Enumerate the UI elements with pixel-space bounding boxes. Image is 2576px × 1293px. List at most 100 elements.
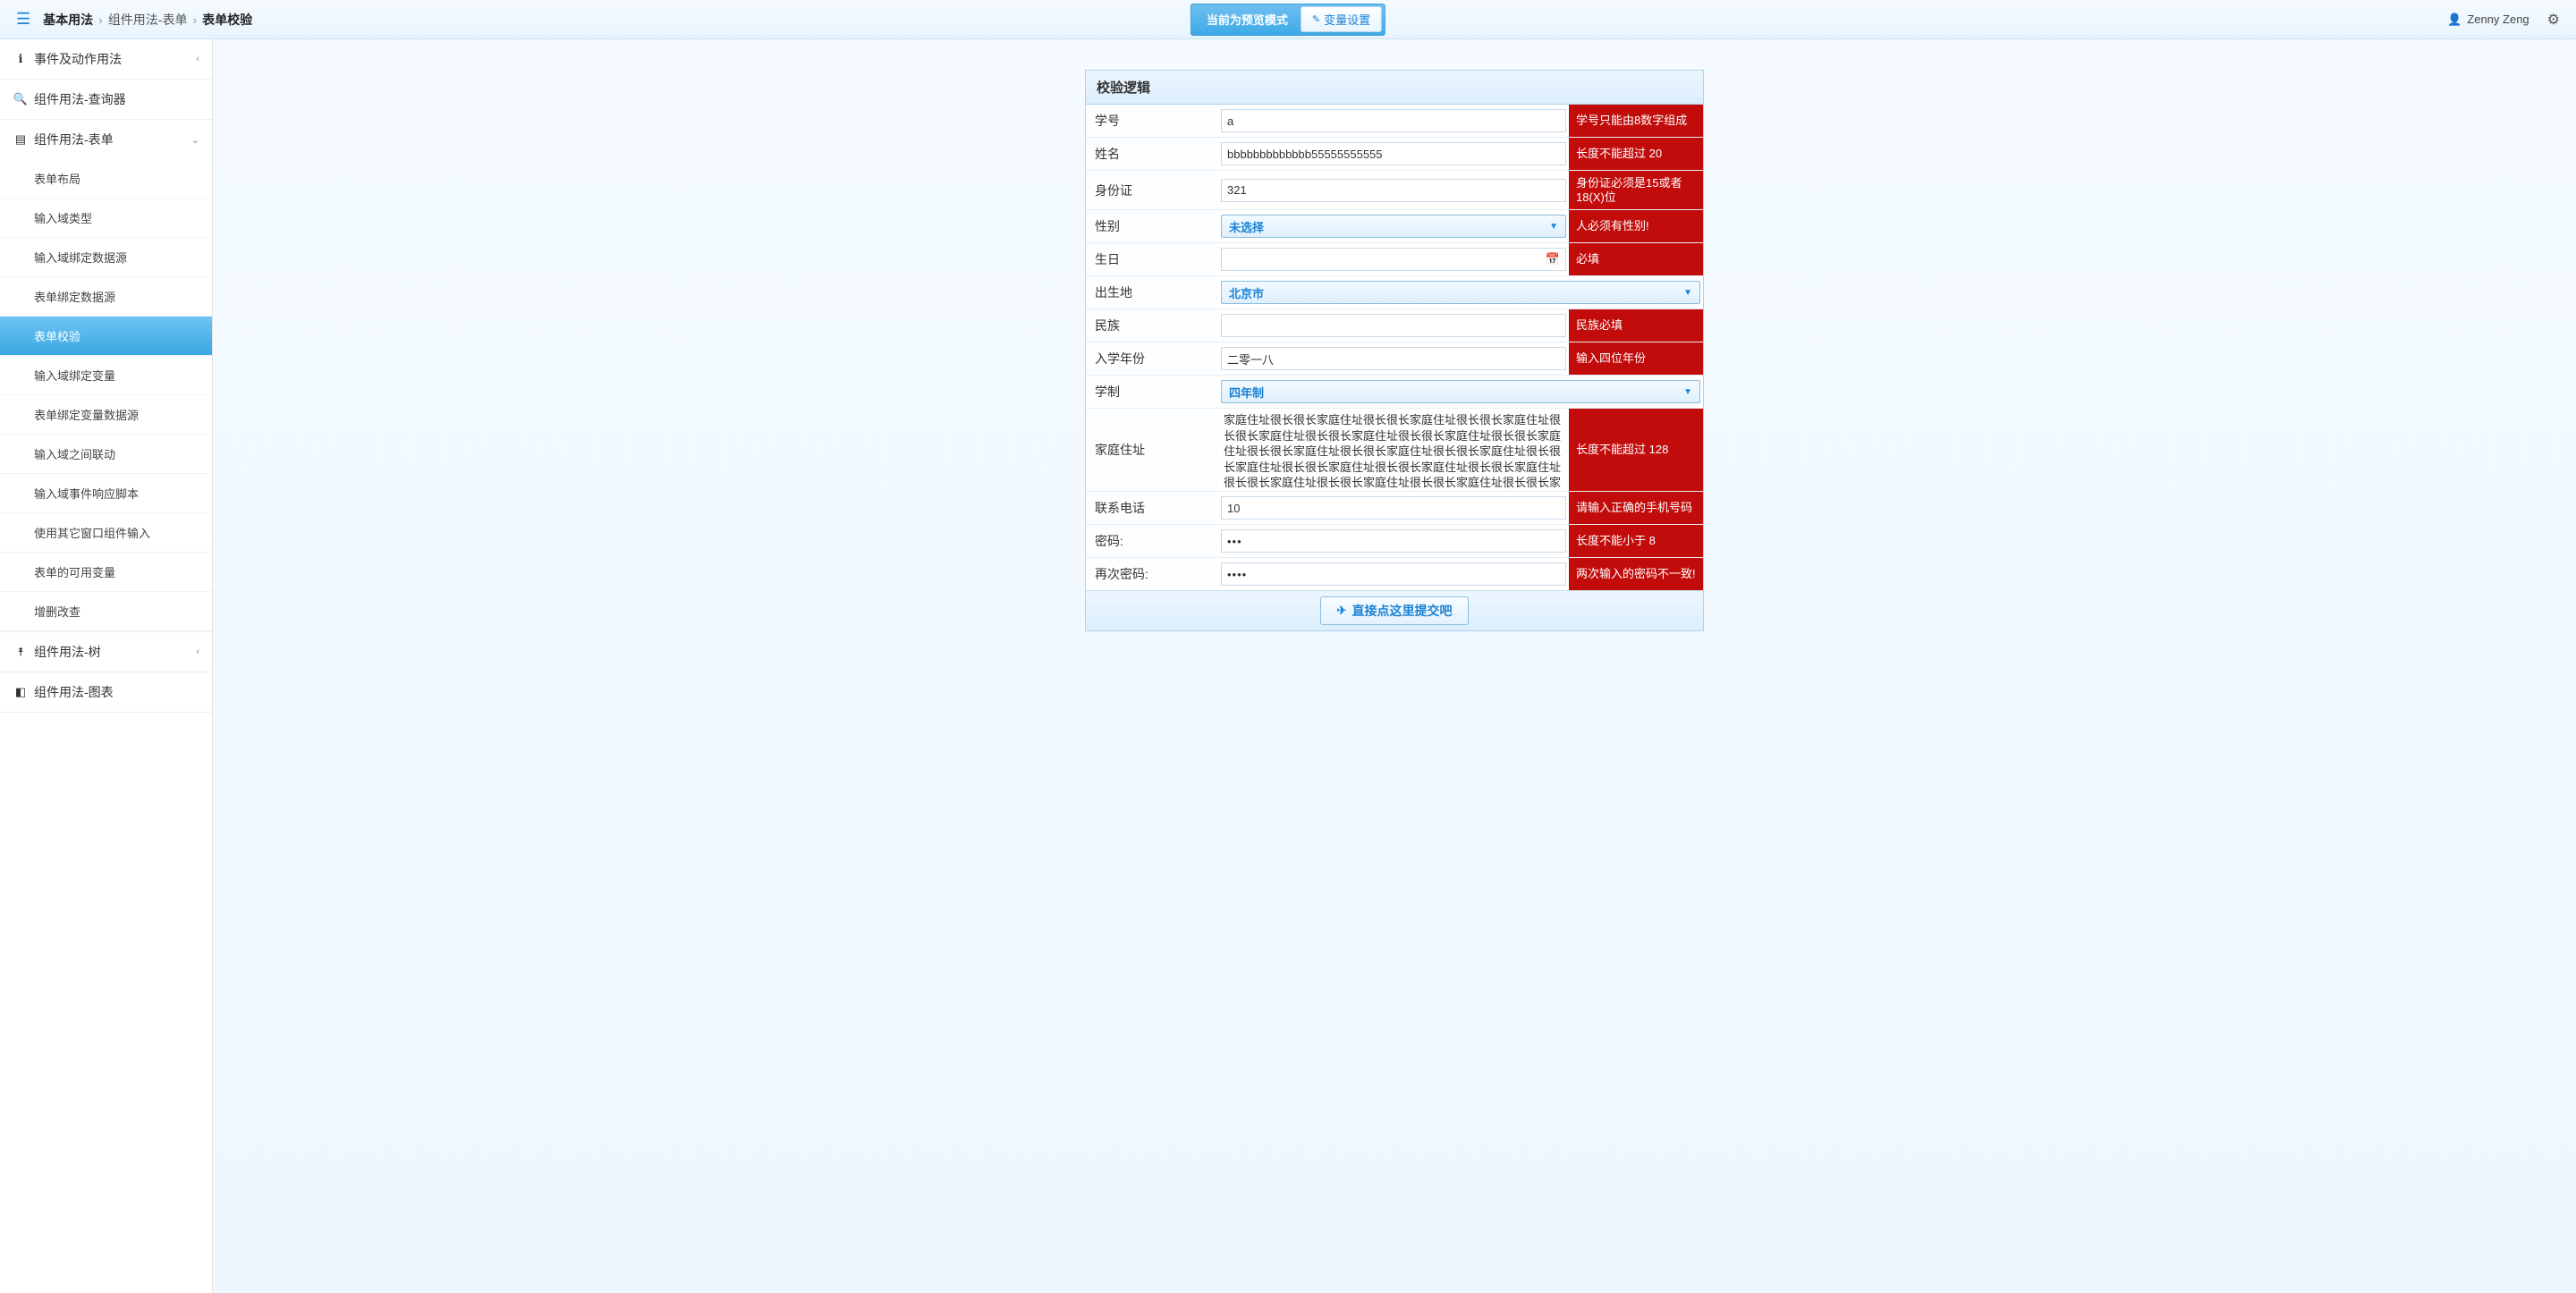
sidebar-section-icon: ▤ (13, 132, 29, 147)
sidebar-section-head[interactable]: ◧ 组件用法-图表 (0, 672, 212, 712)
sidebar-item[interactable]: 输入域绑定数据源 (0, 238, 212, 277)
validation-error: 长度不能超过 20 (1569, 138, 1703, 170)
preview-bar: 当前为预览模式 ✎ 变量设置 (1191, 4, 1385, 36)
submit-label: 直接点这里提交吧 (1352, 602, 1452, 620)
validation-error: 长度不能超过 128 (1569, 409, 1703, 491)
user-icon: 👤 (2447, 13, 2462, 27)
field-label: 密码: (1086, 525, 1218, 557)
form-row: 性别未选择▼人必须有性别! (1086, 210, 1703, 243)
main-content: 校验逻辑 学号学号只能由8数字组成姓名长度不能超过 20身份证身份证必须是15或… (213, 39, 2576, 1293)
caret-down-icon: ▼ (1683, 288, 1692, 298)
sidebar-item[interactable]: 增删改查 (0, 592, 212, 631)
form-row: 出生地北京市 ▼ (1086, 276, 1703, 309)
sidebar-item[interactable]: 输入域事件响应脚本 (0, 474, 212, 513)
menu-toggle-icon[interactable]: ☰ (11, 6, 36, 32)
text-input[interactable] (1221, 496, 1566, 520)
variable-settings-label: 变量设置 (1324, 11, 1370, 28)
sidebar-item[interactable]: 输入域类型 (0, 199, 212, 238)
select-input[interactable]: 未选择▼ (1221, 215, 1566, 238)
text-input[interactable] (1221, 179, 1566, 202)
validation-error: 人必须有性别! (1569, 210, 1703, 242)
user-block[interactable]: 👤 Zenny Zeng (2447, 13, 2529, 27)
sidebar-section-label: 组件用法-查询器 (34, 90, 126, 108)
select-input[interactable]: 北京市 ▼ (1221, 281, 1700, 304)
sidebar-section-label: 组件用法-图表 (34, 683, 114, 701)
validation-error: 长度不能小于 8 (1569, 525, 1703, 557)
variable-settings-button[interactable]: ✎ 变量设置 (1301, 6, 1382, 32)
sidebar-section-label: 事件及动作用法 (34, 50, 122, 68)
breadcrumb-sep: › (98, 13, 103, 27)
sidebar-item[interactable]: 输入域之间联动 (0, 435, 212, 474)
date-input[interactable]: 📅 (1221, 248, 1566, 271)
chevron-icon: ‹ (196, 646, 199, 657)
breadcrumb-mid[interactable]: 组件用法-表单 (108, 11, 188, 29)
select-value: 未选择 (1229, 218, 1264, 235)
text-input[interactable] (1221, 314, 1566, 337)
submit-button[interactable]: ✈ 直接点这里提交吧 (1320, 596, 1470, 625)
validation-error: 两次输入的密码不一致! (1569, 558, 1703, 590)
form-row: 联系电话请输入正确的手机号码 (1086, 492, 1703, 525)
form-row: 密码: 长度不能小于 8 (1086, 525, 1703, 558)
sidebar-section-head[interactable]: 🔍组件用法-查询器 (0, 80, 212, 119)
sidebar-item[interactable]: 表单校验 (0, 317, 212, 356)
form-row: 家庭住址长度不能超过 128 (1086, 409, 1703, 492)
user-name: Zenny Zeng (2467, 13, 2529, 26)
field-label: 学号 (1086, 105, 1218, 137)
sidebar-section-head[interactable]: ⯭ 组件用法-树 ‹ (0, 632, 212, 672)
sidebar-item[interactable]: 表单绑定变量数据源 (0, 395, 212, 435)
sidebar-item[interactable]: 表单布局 (0, 159, 212, 199)
text-input[interactable] (1221, 347, 1566, 370)
caret-down-icon: ▼ (1683, 387, 1692, 397)
validation-error: 学号只能由8数字组成 (1569, 105, 1703, 137)
validation-error: 输入四位年份 (1569, 342, 1703, 375)
password-input[interactable] (1221, 529, 1566, 553)
form-row: 学制四年制▼ (1086, 376, 1703, 409)
sidebar-section-icon: ◧ (13, 685, 29, 699)
field-wrapper: 📅必填 (1218, 243, 1703, 275)
field-wrapper: 学号只能由8数字组成 (1218, 105, 1703, 137)
validation-error: 民族必填 (1569, 309, 1703, 342)
select-input[interactable]: 四年制▼ (1221, 380, 1700, 403)
field-wrapper: 北京市 ▼ (1218, 276, 1703, 308)
form-row: 生日📅必填 (1086, 243, 1703, 276)
field-wrapper: 长度不能小于 8 (1218, 525, 1703, 557)
breadcrumb-root[interactable]: 基本用法 (43, 11, 93, 29)
text-input[interactable] (1221, 142, 1566, 165)
form-row: 学号 学号只能由8数字组成 (1086, 105, 1703, 138)
field-label: 学制 (1086, 376, 1218, 408)
form-row: 民族民族必填 (1086, 309, 1703, 342)
field-wrapper: 两次输入的密码不一致! (1218, 558, 1703, 590)
textarea-input[interactable] (1218, 409, 1569, 491)
topbar-right: 👤 Zenny Zeng ⚙ (2447, 7, 2565, 32)
text-input[interactable] (1221, 109, 1566, 132)
form-row: 入学年份输入四位年份 (1086, 342, 1703, 376)
sidebar-section-label: 组件用法-表单 (34, 131, 114, 148)
field-wrapper: 未选择▼人必须有性别! (1218, 210, 1703, 242)
validation-error: 必填 (1569, 243, 1703, 275)
topbar: ☰ 基本用法 › 组件用法-表单 › 表单校验 当前为预览模式 ✎ 变量设置 👤… (0, 0, 2576, 39)
password-input[interactable] (1221, 562, 1566, 586)
topbar-left: ☰ 基本用法 › 组件用法-表单 › 表单校验 (11, 6, 252, 32)
chevron-icon: ‹ (196, 54, 199, 64)
panel-title: 校验逻辑 (1086, 71, 1703, 105)
field-label: 性别 (1086, 210, 1218, 242)
sidebar-section-head[interactable]: ℹ 事件及动作用法 ‹ (0, 39, 212, 79)
field-wrapper: 四年制▼ (1218, 376, 1703, 408)
field-label: 出生地 (1086, 276, 1218, 308)
validation-error: 请输入正确的手机号码 (1569, 492, 1703, 524)
form-row: 身份证身份证必须是15或者18(X)位 (1086, 171, 1703, 210)
sidebar-item[interactable]: 表单绑定数据源 (0, 277, 212, 317)
select-value: 北京市 (1229, 284, 1264, 301)
field-wrapper: 身份证必须是15或者18(X)位 (1218, 171, 1703, 209)
settings-icon[interactable]: ⚙ (2542, 7, 2565, 32)
sidebar-item[interactable]: 输入域绑定变量 (0, 356, 212, 395)
sidebar-section-icon: ℹ (13, 52, 29, 66)
sidebar-item[interactable]: 表单的可用变量 (0, 553, 212, 592)
sidebar-item[interactable]: 使用其它窗口组件输入 (0, 513, 212, 553)
sidebar-section-label: 组件用法-树 (34, 643, 101, 661)
sidebar: ℹ事件及动作用法‹🔍组件用法-查询器▤组件用法-表单⌄表单布局输入域类型输入域绑… (0, 39, 213, 1293)
sidebar-section-head[interactable]: ▤组件用法-表单⌄ (0, 120, 212, 159)
breadcrumb: 基本用法 › 组件用法-表单 › 表单校验 (43, 11, 252, 29)
sidebar-section-icon: ⯭ (13, 645, 29, 659)
field-label: 生日 (1086, 243, 1218, 275)
